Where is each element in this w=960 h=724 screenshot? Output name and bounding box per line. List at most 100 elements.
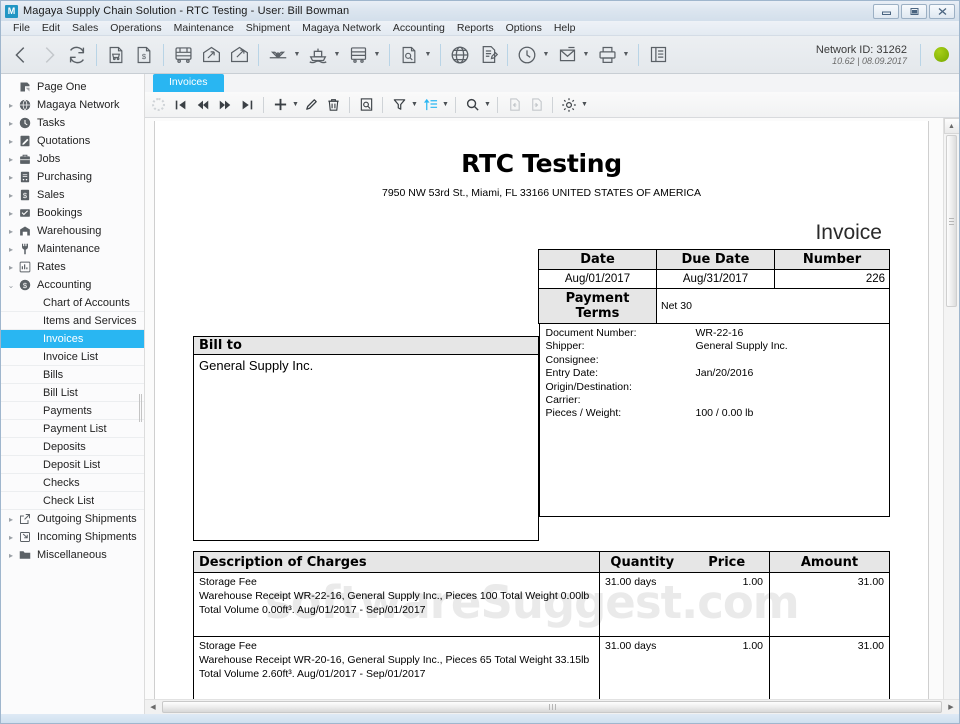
chevron-right-icon[interactable]: ▸ [5,227,17,236]
delete-icon[interactable] [322,94,344,116]
sidebar-item-maintenance[interactable]: ▸ Maintenance [1,240,144,258]
menu-item-help[interactable]: Help [548,21,582,36]
sidebar-item-deposits[interactable]: Deposits [1,438,144,456]
sidebar-item-payments[interactable]: Payments [1,402,144,420]
tab-invoices[interactable]: Invoices [153,74,224,92]
chevron-right-icon[interactable]: ▸ [5,209,17,218]
air-shipment-icon[interactable] [264,40,292,70]
search-icon[interactable] [461,94,483,116]
chevron-down-icon[interactable]: ⌄ [5,281,17,290]
sidebar-splitter-handle[interactable] [139,394,143,422]
ocean-shipment-dropdown-icon[interactable]: ▼ [332,40,342,70]
minimize-icon[interactable] [873,3,899,19]
sidebar-item-bills[interactable]: Bills [1,366,144,384]
chevron-right-icon[interactable]: ▸ [5,155,17,164]
menu-item-options[interactable]: Options [500,21,548,36]
sidebar-item-incoming-shipments[interactable]: ▸ Incoming Shipments [1,528,144,546]
clock-icon[interactable] [513,40,541,70]
scroll-right-arrow-icon[interactable]: ▶ [943,699,959,715]
chevron-right-icon[interactable]: ▸ [5,533,17,542]
forward-icon[interactable] [35,40,63,70]
chevron-right-icon[interactable]: ▸ [5,245,17,254]
sidebar-item-payment-list[interactable]: Payment List [1,420,144,438]
sidebar-item-chart-of-accounts[interactable]: Chart of Accounts [1,294,144,312]
truck-shipment-dropdown-icon[interactable]: ▼ [372,40,382,70]
sort-dropdown-icon[interactable]: ▼ [441,94,450,116]
document-search-icon[interactable] [395,40,423,70]
edit-document-icon[interactable] [474,40,502,70]
print-dropdown-icon[interactable]: ▼ [621,40,631,70]
sidebar-item-invoice-list[interactable]: Invoice List [1,348,144,366]
edit-icon[interactable] [300,94,322,116]
horizontal-scrollbar-thumb[interactable] [162,701,942,713]
next-page-icon[interactable] [214,94,236,116]
sidebar-item-check-list[interactable]: Check List [1,492,144,510]
list-view-icon[interactable] [644,40,672,70]
preview-icon[interactable] [355,94,377,116]
sidebar-item-bookings[interactable]: ▸ Bookings [1,204,144,222]
sidebar-item-rates[interactable]: ▸ Rates [1,258,144,276]
filter-icon[interactable] [388,94,410,116]
chevron-right-icon[interactable]: ▸ [5,263,17,272]
globe-icon[interactable] [446,40,474,70]
back-icon[interactable] [7,40,35,70]
sidebar-item-outgoing-shipments[interactable]: ▸ Outgoing Shipments [1,510,144,528]
document-search-dropdown-icon[interactable]: ▼ [423,40,433,70]
clock-dropdown-icon[interactable]: ▼ [541,40,551,70]
filter-dropdown-icon[interactable]: ▼ [410,94,419,116]
mail-dropdown-icon[interactable]: ▼ [581,40,591,70]
sidebar-item-invoices[interactable]: Invoices [1,330,144,348]
menu-item-reports[interactable]: Reports [451,21,500,36]
bus-icon[interactable] [169,40,197,70]
warehouse-in-icon[interactable] [197,40,225,70]
ocean-shipment-icon[interactable] [304,40,332,70]
sidebar-item-warehousing[interactable]: ▸ Warehousing [1,222,144,240]
chevron-right-icon[interactable]: ▸ [5,119,17,128]
settings-dropdown-icon[interactable]: ▼ [580,94,589,116]
sidebar-item-miscellaneous[interactable]: ▸ Miscellaneous [1,546,144,564]
sidebar-item-quotations[interactable]: ▸ Quotations [1,132,144,150]
menu-item-shipment[interactable]: Shipment [240,21,296,36]
add-dropdown-icon[interactable]: ▼ [291,94,300,116]
menu-item-file[interactable]: File [7,21,36,36]
refresh-icon[interactable] [63,40,91,70]
chevron-right-icon[interactable]: ▸ [5,191,17,200]
sidebar-item-purchasing[interactable]: ▸ Purchasing [1,168,144,186]
print-icon[interactable] [593,40,621,70]
vertical-scrollbar[interactable]: ▲ [943,118,959,699]
menu-item-maintenance[interactable]: Maintenance [168,21,240,36]
chevron-right-icon[interactable]: ▸ [5,101,17,110]
first-record-icon[interactable] [170,94,192,116]
chevron-right-icon[interactable]: ▸ [5,137,17,146]
sidebar-item-deposit-list[interactable]: Deposit List [1,456,144,474]
sidebar-item-sales[interactable]: ▸ $ Sales [1,186,144,204]
sidebar-item-jobs[interactable]: ▸ Jobs [1,150,144,168]
horizontal-scrollbar[interactable]: ◀ ▶ [145,699,959,714]
air-shipment-dropdown-icon[interactable]: ▼ [292,40,302,70]
last-record-icon[interactable] [236,94,258,116]
scroll-left-arrow-icon[interactable]: ◀ [145,699,161,715]
warehouse-out-icon[interactable] [225,40,253,70]
menu-item-sales[interactable]: Sales [66,21,104,36]
menu-item-accounting[interactable]: Accounting [387,21,451,36]
menu-item-edit[interactable]: Edit [36,21,66,36]
settings-icon[interactable] [558,94,580,116]
close-icon[interactable] [929,3,955,19]
invoice-icon[interactable]: $ [130,40,158,70]
purchase-order-icon[interactable] [102,40,130,70]
previous-page-icon[interactable] [192,94,214,116]
sidebar-item-items-and-services[interactable]: Items and Services [1,312,144,330]
sort-icon[interactable] [419,94,441,116]
document-scroll-area[interactable]: softwareSuggest.com RTC Testing 7950 NW … [145,118,943,699]
chevron-right-icon[interactable]: ▸ [5,551,17,560]
sidebar-item-accounting[interactable]: ⌄ $ Accounting [1,276,144,294]
sidebar-item-checks[interactable]: Checks [1,474,144,492]
mail-icon[interactable] [553,40,581,70]
sidebar-item-page-one[interactable]: Page One [1,78,144,96]
sidebar-item-bill-list[interactable]: Bill List [1,384,144,402]
search-dropdown-icon[interactable]: ▼ [483,94,492,116]
chevron-right-icon[interactable]: ▸ [5,515,17,524]
maximize-icon[interactable] [901,3,927,19]
menu-item-magaya-network[interactable]: Magaya Network [296,21,387,36]
add-icon[interactable] [269,94,291,116]
